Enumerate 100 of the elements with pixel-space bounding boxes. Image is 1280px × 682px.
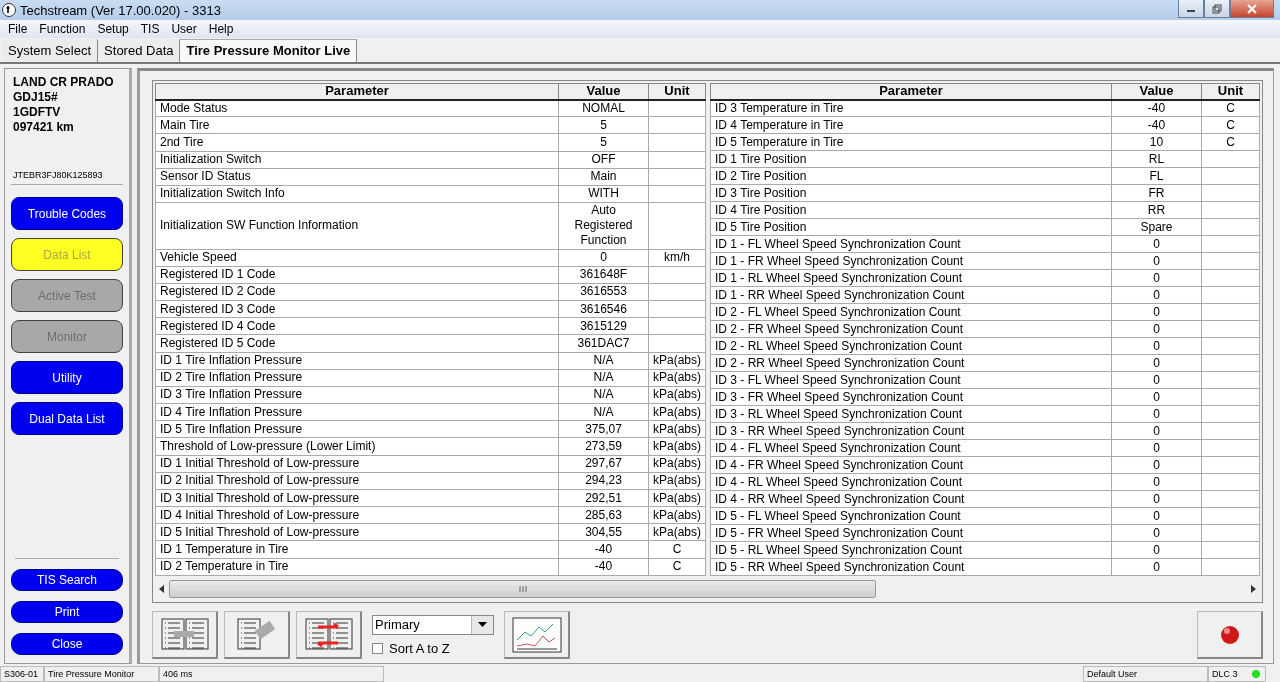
clear-list-button[interactable] (224, 611, 290, 659)
value-cell: 375,07 (558, 420, 649, 438)
unit-cell: C (1201, 99, 1260, 117)
parameter-cell: Initialization Switch (155, 151, 559, 169)
value-cell: 0 (1111, 371, 1202, 389)
unit-cell: C (1201, 116, 1260, 134)
parameter-cell: ID 3 Temperature in Tire (710, 99, 1112, 117)
function-button[interactable]: Dual Data List (11, 402, 123, 435)
action-button[interactable]: Close (11, 633, 123, 655)
menu-item[interactable]: Function (33, 22, 92, 36)
status-user: Default User (1083, 666, 1208, 682)
parameter-cell: ID 5 - FL Wheel Speed Synchronization Count (710, 507, 1112, 525)
unit-cell: kPa(abs) (648, 369, 706, 387)
unit-cell: kPa(abs) (648, 523, 706, 541)
column-header: Value (1111, 83, 1202, 100)
menu-item[interactable]: Setup (91, 22, 135, 36)
compare-list-button[interactable] (152, 611, 218, 659)
record-button[interactable] (1197, 611, 1263, 659)
parameter-cell: Registered ID 1 Code (155, 266, 559, 284)
value-cell: 273,59 (558, 437, 649, 456)
scroll-right-icon[interactable] (1250, 585, 1256, 593)
unit-cell: km/h (648, 249, 706, 267)
restore-button[interactable] (1204, 0, 1230, 18)
sort-checkbox[interactable]: Sort A to Z (372, 640, 494, 656)
swap-lists-icon (303, 616, 354, 653)
graph-button[interactable] (504, 611, 570, 659)
vehicle-info: 1GDFTV (12, 105, 62, 120)
value-cell: 0 (558, 249, 649, 267)
value-cell: 0 (1111, 422, 1202, 440)
parameter-cell: ID 2 - RR Wheel Speed Synchronization Count (710, 354, 1112, 372)
close-button[interactable] (1230, 0, 1274, 18)
parameter-cell: Registered ID 3 Code (155, 300, 559, 318)
unit-cell: kPa(abs) (648, 420, 706, 438)
unit-cell: C (648, 540, 706, 559)
menu-item[interactable]: Help (202, 22, 240, 36)
parameter-cell: ID 3 - FR Wheel Speed Synchronization Count (710, 388, 1112, 406)
status-system: Tire Pressure Monitor (44, 666, 159, 682)
tab[interactable]: Tire Pressure Monitor Live (180, 39, 358, 62)
menu-item[interactable]: User (165, 22, 203, 36)
value-cell: 0 (1111, 286, 1202, 304)
value-cell: 0 (1111, 269, 1202, 287)
menu-item[interactable]: TIS (134, 22, 166, 36)
tab[interactable]: System Select (2, 39, 99, 62)
parameter-cell: Initialization SW Function Information (155, 202, 559, 249)
parameter-cell: ID 2 - FL Wheel Speed Synchronization Count (710, 303, 1112, 321)
value-cell: -40 (558, 540, 649, 559)
record-icon (1219, 624, 1240, 645)
parameter-cell: ID 1 Initial Threshold of Low-pressure (155, 455, 559, 473)
action-button[interactable]: Print (11, 601, 123, 623)
function-button[interactable]: Utility (11, 361, 123, 394)
parameter-cell: ID 2 Tire Inflation Pressure (155, 369, 559, 387)
value-cell: 0 (1111, 252, 1202, 270)
close-icon (1247, 3, 1257, 14)
parameter-cell: ID 1 - FL Wheel Speed Synchronization Count (710, 235, 1112, 253)
swap-list-button[interactable] (296, 611, 362, 659)
value-cell: 3615129 (558, 317, 649, 335)
vehicle-info: GDJ15# (12, 90, 59, 105)
tab[interactable]: Stored Data (98, 39, 181, 62)
unit-cell: kPa(abs) (648, 386, 706, 404)
column-header: Value (558, 83, 649, 100)
minimize-button[interactable] (1178, 0, 1204, 18)
parameter-cell: ID 3 Tire Inflation Pressure (155, 386, 559, 404)
mode-dropdown[interactable]: Primary (372, 614, 494, 635)
value-cell: -40 (1111, 99, 1202, 117)
parameter-cell: ID 5 Tire Position (710, 218, 1112, 236)
parameter-cell: ID 4 Temperature in Tire (710, 116, 1112, 134)
parameter-cell: ID 3 - RR Wheel Speed Synchronization Count (710, 422, 1112, 440)
value-cell: 0 (1111, 405, 1202, 423)
scroll-left-icon[interactable] (159, 585, 165, 593)
parameter-cell: ID 5 Temperature in Tire (710, 133, 1112, 151)
caret-icon (478, 622, 487, 627)
unit-cell: kPa(abs) (648, 403, 706, 421)
parameter-cell: ID 1 - FR Wheel Speed Synchronization Count (710, 252, 1112, 270)
value-cell: 0 (1111, 524, 1202, 542)
value-cell: 0 (1111, 439, 1202, 457)
column-header: Unit (1201, 83, 1260, 100)
scrollbar-thumb[interactable] (169, 580, 876, 598)
action-button[interactable]: TIS Search (11, 569, 123, 591)
value-cell: 361DAC7 (558, 334, 649, 353)
menu-item[interactable]: File (2, 22, 34, 36)
parameter-cell: 2nd Tire (155, 133, 559, 151)
value-cell: 0 (1111, 235, 1202, 253)
function-button[interactable]: Trouble Codes (11, 197, 123, 230)
parameter-cell: ID 2 Tire Position (710, 167, 1112, 185)
parameter-cell: ID 4 Initial Threshold of Low-pressure (155, 506, 559, 524)
parameter-cell: ID 4 - RL Wheel Speed Synchronization Count (710, 473, 1112, 491)
restore-icon (1212, 3, 1222, 14)
value-cell: NOMAL (558, 99, 649, 117)
value-cell: 0 (1111, 558, 1202, 576)
column-header: Parameter (155, 83, 559, 100)
parameter-cell: ID 4 Tire Inflation Pressure (155, 403, 559, 421)
value-cell: N/A (558, 352, 649, 370)
parameter-cell: Vehicle Speed (155, 249, 559, 267)
value-cell: 0 (1111, 337, 1202, 355)
unit-cell: C (1201, 133, 1260, 151)
value-cell: N/A (558, 386, 649, 404)
parameter-cell: ID 4 - FL Wheel Speed Synchronization Count (710, 439, 1112, 457)
parameter-cell: ID 5 - RL Wheel Speed Synchronization Count (710, 541, 1112, 559)
unit-cell: kPa(abs) (648, 472, 706, 490)
value-cell: 0 (1111, 388, 1202, 406)
